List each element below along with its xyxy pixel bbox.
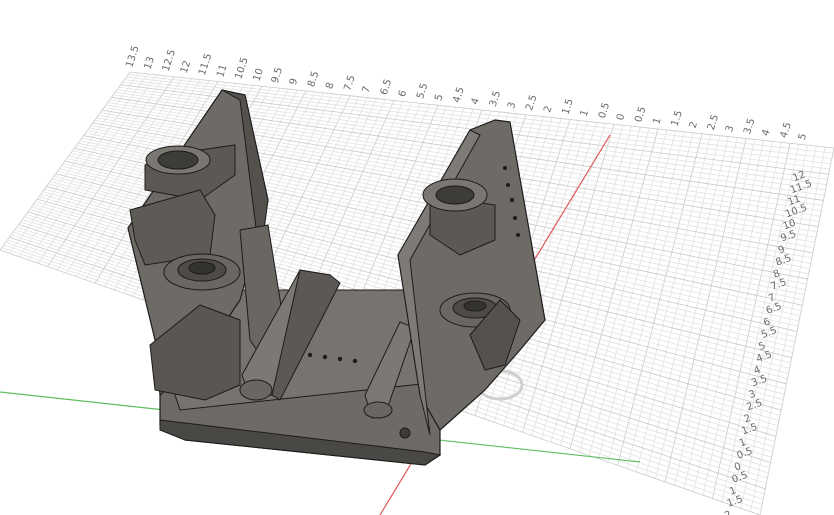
ruler-label: 0.5 [633,105,648,124]
ruler-label: 1 [651,116,663,125]
ruler-label: 0 [615,112,627,121]
ruler-label: 9.5 [270,66,285,85]
ruler-label: 13 [143,55,157,71]
ruler-label: 8.5 [774,253,793,269]
ruler-label: 7.5 [342,74,357,93]
ruler-label: 2 [542,105,554,114]
ruler-label: 1 [579,109,591,118]
ruler-label: 4.5 [451,86,466,105]
ruler-label: 6 [397,89,409,98]
ruler-label: 5 [797,132,809,141]
ruler-label: 2 [688,120,700,129]
ruler-label: 4 [760,128,772,137]
ruler-label: 12.5 [161,48,178,73]
ruler-label: 3.5 [742,117,757,136]
ruler-label: 11.5 [197,52,214,77]
ruler-label: 4.5 [755,349,774,365]
ruler-label: 10.5 [233,56,250,81]
ruler-label: 7 [361,85,373,94]
ruler-label: 3 [724,124,736,133]
ruler-label: 10 [252,67,266,83]
left-bearing-pocket[interactable] [163,253,241,291]
ruler-label: 1.5 [670,109,685,128]
ruler-label: 9 [288,77,300,86]
ruler-label: 11.5 [789,178,814,196]
ruler-label: 1.5 [560,97,575,116]
ruler-label: 7.5 [769,277,788,293]
ruler-label: 8 [324,81,336,90]
ruler-label: 5.5 [415,82,430,101]
ruler-label: 2.5 [706,113,721,132]
3d-viewport[interactable]: 13.5 13 12.5 12 11.5 11 10.5 10 9.5 9 8.5 8 7.5 7 6.5 6… [0,0,834,515]
ruler-label: 6.5 [379,78,394,97]
ruler-label: 2.5 [524,94,539,113]
ruler-label: 3.5 [488,90,503,109]
ruler-label: 5 [433,93,445,102]
ruler-label: 3 [506,101,518,110]
ruler-label: 8.5 [306,70,321,89]
viewport-canvas[interactable]: 13.5 13 12.5 12 11.5 11 10.5 10 9.5 9 8.5 8 7.5 7 6.5 6… [0,0,834,515]
ruler-label: 11 [215,63,229,79]
ruler-label: 2 [723,509,733,515]
ruler-label: 0.5 [597,101,612,120]
ruler-label: 5.5 [760,325,779,341]
ruler-label: 4.5 [779,121,794,140]
ruler-label: 12 [179,59,193,75]
ruler-label: 4 [470,97,482,106]
ruler-label: 13.5 [124,44,141,69]
